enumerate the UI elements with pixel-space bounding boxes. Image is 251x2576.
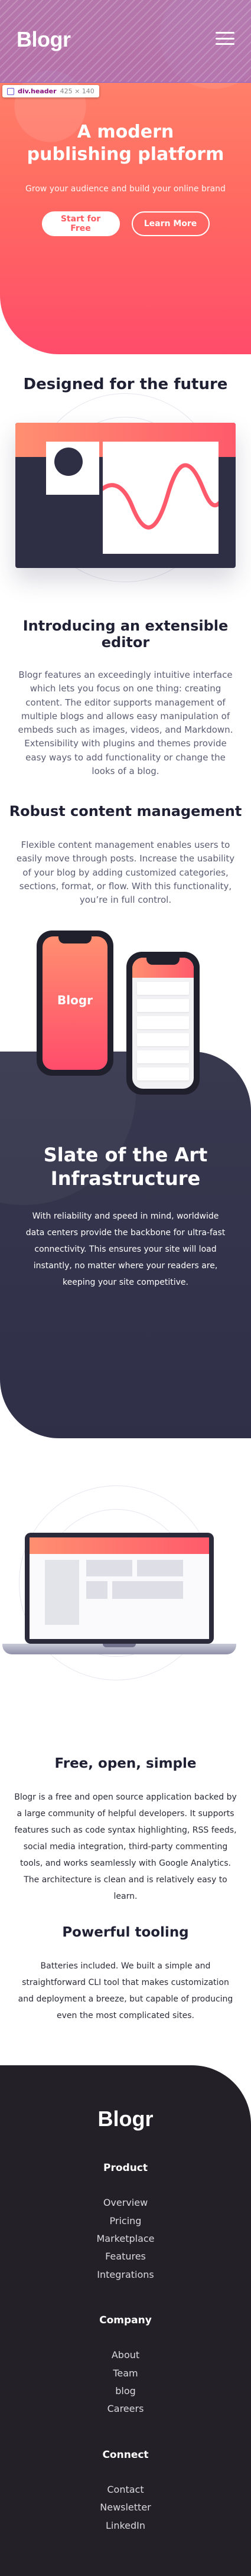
phone-logo: Blogr: [57, 993, 93, 1008]
extensible-section: Introducing an extensible editor Blogr f…: [0, 618, 251, 778]
phone-notch: [58, 936, 92, 944]
element-picker-icon: [7, 87, 14, 95]
free-open-simple-section: Free, open, simple Blogr is a free and o…: [0, 1756, 251, 1905]
laptop-content-block: [112, 1581, 183, 1599]
footer-link-blog[interactable]: blog: [0, 2382, 251, 2400]
footer-link-linkedin[interactable]: LinkedIn: [0, 2517, 251, 2535]
robust-title: Robust content management: [9, 803, 242, 820]
devtools-tooltip-dims: 425 × 140: [60, 87, 94, 95]
phone-list-card: [137, 1050, 189, 1064]
devtools-tooltip-tag: div.header: [18, 87, 57, 95]
logo[interactable]: Blogr: [17, 27, 71, 52]
footer-group-company: Company About Team blog Careers: [0, 2314, 251, 2418]
footer-heading: Connect: [102, 2448, 149, 2461]
phone-mockup-2: [126, 952, 200, 1095]
footer-logo[interactable]: Blogr: [0, 2107, 251, 2131]
phone-notch: [146, 958, 180, 965]
editor-mockup-circle: [54, 448, 83, 476]
infrastructure-text: With reliability and speed in mind, worl…: [25, 1212, 226, 1288]
footer-links: Contact Newsletter LinkedIn: [0, 2481, 251, 2535]
editor-mockup-chart-panel: [83, 442, 236, 554]
laptop-screen: [30, 1537, 209, 1640]
hamburger-menu-icon[interactable]: [216, 32, 234, 45]
phone-list-card: [137, 982, 189, 995]
footer-link-pricing[interactable]: Pricing: [0, 2212, 251, 2230]
laptop-base: [2, 1644, 236, 1655]
phone-list-card: [137, 999, 189, 1013]
infrastructure-section: Blogr Slate of the Art Infrastructure Wi…: [0, 931, 251, 1439]
editor-mockup: [15, 423, 236, 568]
robust-text: Flexible content management enables user…: [16, 840, 235, 905]
start-for-free-button[interactable]: Start for Free: [41, 211, 120, 236]
phone-screen: Blogr: [43, 936, 107, 1070]
hero-content: A modern publishing platform Grow your a…: [0, 121, 251, 236]
hero: Blogr div.header 425 × 140 A modern publ…: [0, 0, 251, 354]
footer-links: About Team blog Careers: [0, 2346, 251, 2418]
extensible-title: Introducing an extensible editor: [22, 618, 229, 651]
footer-link-team[interactable]: Team: [0, 2365, 251, 2382]
footer-links: Overview Pricing Marketplace Features In…: [0, 2194, 251, 2284]
hero-title: A modern publishing platform: [27, 122, 224, 165]
designed-section: Designed for the future: [0, 354, 251, 600]
devtools-tooltip: div.header 425 × 140: [2, 85, 99, 97]
laptop-sidebar: [45, 1560, 79, 1625]
laptop-content-block: [86, 1560, 132, 1577]
footer-link-overview[interactable]: Overview: [0, 2194, 251, 2212]
phone-mockup-1: Blogr: [37, 931, 113, 1076]
footer-link-integrations[interactable]: Integrations: [0, 2266, 251, 2284]
hero-subtitle: Grow your audience and build your online…: [25, 184, 226, 194]
hero-buttons: Start for Free Learn More: [0, 211, 251, 236]
tooling-title: Powerful tooling: [62, 1925, 189, 1941]
tooling-text: Batteries included. We built a simple an…: [18, 1961, 233, 2021]
robust-section: Robust content management Flexible conte…: [0, 803, 251, 907]
extensible-text: Blogr features an exceedingly intuitive …: [18, 670, 233, 776]
footer-link-newsletter[interactable]: Newsletter: [0, 2499, 251, 2516]
footer-group-product: Product Overview Pricing Marketplace Fea…: [0, 2162, 251, 2284]
footer-link-about[interactable]: About: [0, 2346, 251, 2364]
laptop-app-header: [30, 1537, 209, 1555]
laptop-content-block: [137, 1560, 183, 1577]
footer-heading: Company: [99, 2314, 152, 2327]
laptop-content-block: [86, 1581, 107, 1599]
footer: Blogr Product Overview Pricing Marketpla…: [0, 2065, 251, 2576]
free-title: Free, open, simple: [54, 1756, 197, 1772]
powerful-tooling-section: Powerful tooling Batteries included. We …: [0, 1925, 251, 2024]
phone-screen: [132, 958, 194, 1089]
footer-heading: Product: [103, 2162, 148, 2175]
footer-link-features[interactable]: Features: [0, 2248, 251, 2265]
footer-group-connect: Connect Contact Newsletter LinkedIn: [0, 2449, 251, 2535]
laptop-illustration: [0, 1462, 251, 1745]
learn-more-button[interactable]: Learn More: [131, 211, 210, 236]
footer-link-marketplace[interactable]: Marketplace: [0, 2230, 251, 2248]
footer-link-careers[interactable]: Careers: [0, 2400, 251, 2418]
editor-illustration: [0, 393, 251, 600]
footer-link-contact[interactable]: Contact: [0, 2481, 251, 2499]
designed-title: Designed for the future: [23, 376, 228, 393]
phone-list-card: [137, 1067, 189, 1081]
laptop-mockup: [25, 1533, 214, 1644]
phone-list-card: [137, 1033, 189, 1047]
header: Blogr: [0, 0, 251, 83]
infrastructure-title: Slate of the Art Infrastructure: [43, 1144, 208, 1190]
wave-line-icon: [83, 463, 236, 530]
free-text: Blogr is a free and open source applicat…: [14, 1793, 237, 1902]
phone-list-card: [137, 1016, 189, 1030]
